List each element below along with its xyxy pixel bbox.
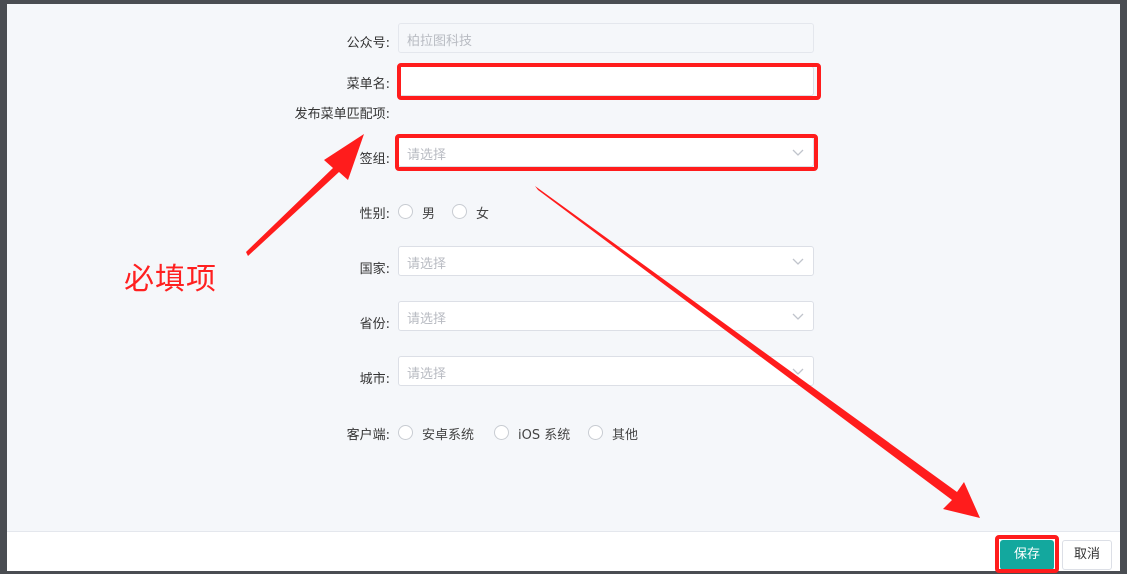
arrow-to-tag-group [246,134,364,256]
arrow-to-save [535,186,980,518]
annotation-arrows [246,134,980,518]
